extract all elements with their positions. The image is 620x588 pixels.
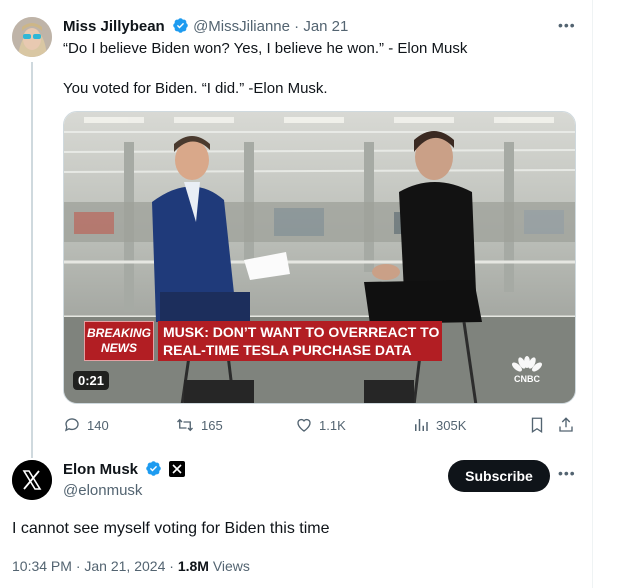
like-button[interactable]: 1.1K bbox=[295, 416, 346, 434]
share-button[interactable] bbox=[557, 416, 575, 434]
display-name[interactable]: Elon Musk bbox=[63, 461, 138, 478]
tweet-meta: 10:34 PM · Jan 21, 2024 · 1.8M Views bbox=[12, 558, 250, 574]
peacock-icon bbox=[512, 356, 542, 372]
handle[interactable]: @MissJilianne bbox=[193, 18, 290, 35]
tweet-actions: 140 165 1.1K 305K bbox=[63, 416, 583, 440]
more-options-icon[interactable]: ••• bbox=[558, 465, 576, 481]
x-logo-icon bbox=[12, 460, 52, 500]
tweet-header: Elon Musk bbox=[63, 460, 186, 480]
reply-icon bbox=[64, 418, 79, 432]
views-label: Views bbox=[212, 558, 250, 574]
avatar[interactable] bbox=[12, 460, 52, 500]
analytics-icon bbox=[415, 419, 428, 431]
tweet-text-line: You voted for Biden. “I did.” -Elon Musk… bbox=[63, 80, 328, 97]
tweet-header: Miss Jillybean @MissJilianne · Jan 21 bbox=[63, 17, 348, 37]
tweet-text-line: “Do I believe Biden won? Yes, I believe … bbox=[63, 40, 468, 57]
separator: · bbox=[294, 18, 300, 35]
avatar[interactable] bbox=[12, 17, 52, 57]
column-border bbox=[592, 0, 593, 588]
repost-button[interactable]: 165 bbox=[175, 416, 223, 434]
tweet-text: I cannot see myself voting for Biden thi… bbox=[12, 520, 330, 537]
reply-button[interactable]: 140 bbox=[63, 416, 109, 434]
timestamp[interactable]: Jan 21 bbox=[303, 18, 348, 35]
x-affiliate-icon bbox=[169, 461, 186, 477]
network-logo: CNBC bbox=[512, 356, 542, 384]
views-button[interactable]: 305K bbox=[412, 416, 466, 434]
thread-line bbox=[31, 62, 33, 458]
tweet-time[interactable]: 10:34 PM bbox=[12, 558, 72, 574]
breaking-news-banner: BREAKING NEWS bbox=[84, 321, 154, 361]
verified-badge-icon bbox=[146, 461, 161, 476]
video-duration: 0:21 bbox=[73, 371, 110, 390]
views-count: 1.8M bbox=[177, 558, 209, 574]
verified-badge-icon bbox=[173, 18, 188, 33]
display-name[interactable]: Miss Jillybean bbox=[63, 18, 165, 35]
bookmark-button[interactable] bbox=[528, 416, 546, 434]
heart-icon bbox=[297, 418, 311, 432]
bookmark-icon bbox=[531, 417, 543, 434]
subscribe-button[interactable]: Subscribe bbox=[448, 460, 550, 492]
tweet-date[interactable]: Jan 21, 2024 bbox=[84, 558, 165, 574]
repost-icon bbox=[177, 418, 193, 432]
handle[interactable]: @elonmusk bbox=[63, 481, 142, 501]
more-options-icon[interactable]: ••• bbox=[558, 17, 576, 33]
video-player[interactable]: BREAKING NEWS MUSK: DON’T WANT TO OVERRE… bbox=[63, 111, 576, 404]
share-icon bbox=[559, 417, 573, 432]
headline-box: MUSK: DON’T WANT TO OVERREACT TO REAL-TI… bbox=[158, 321, 442, 361]
